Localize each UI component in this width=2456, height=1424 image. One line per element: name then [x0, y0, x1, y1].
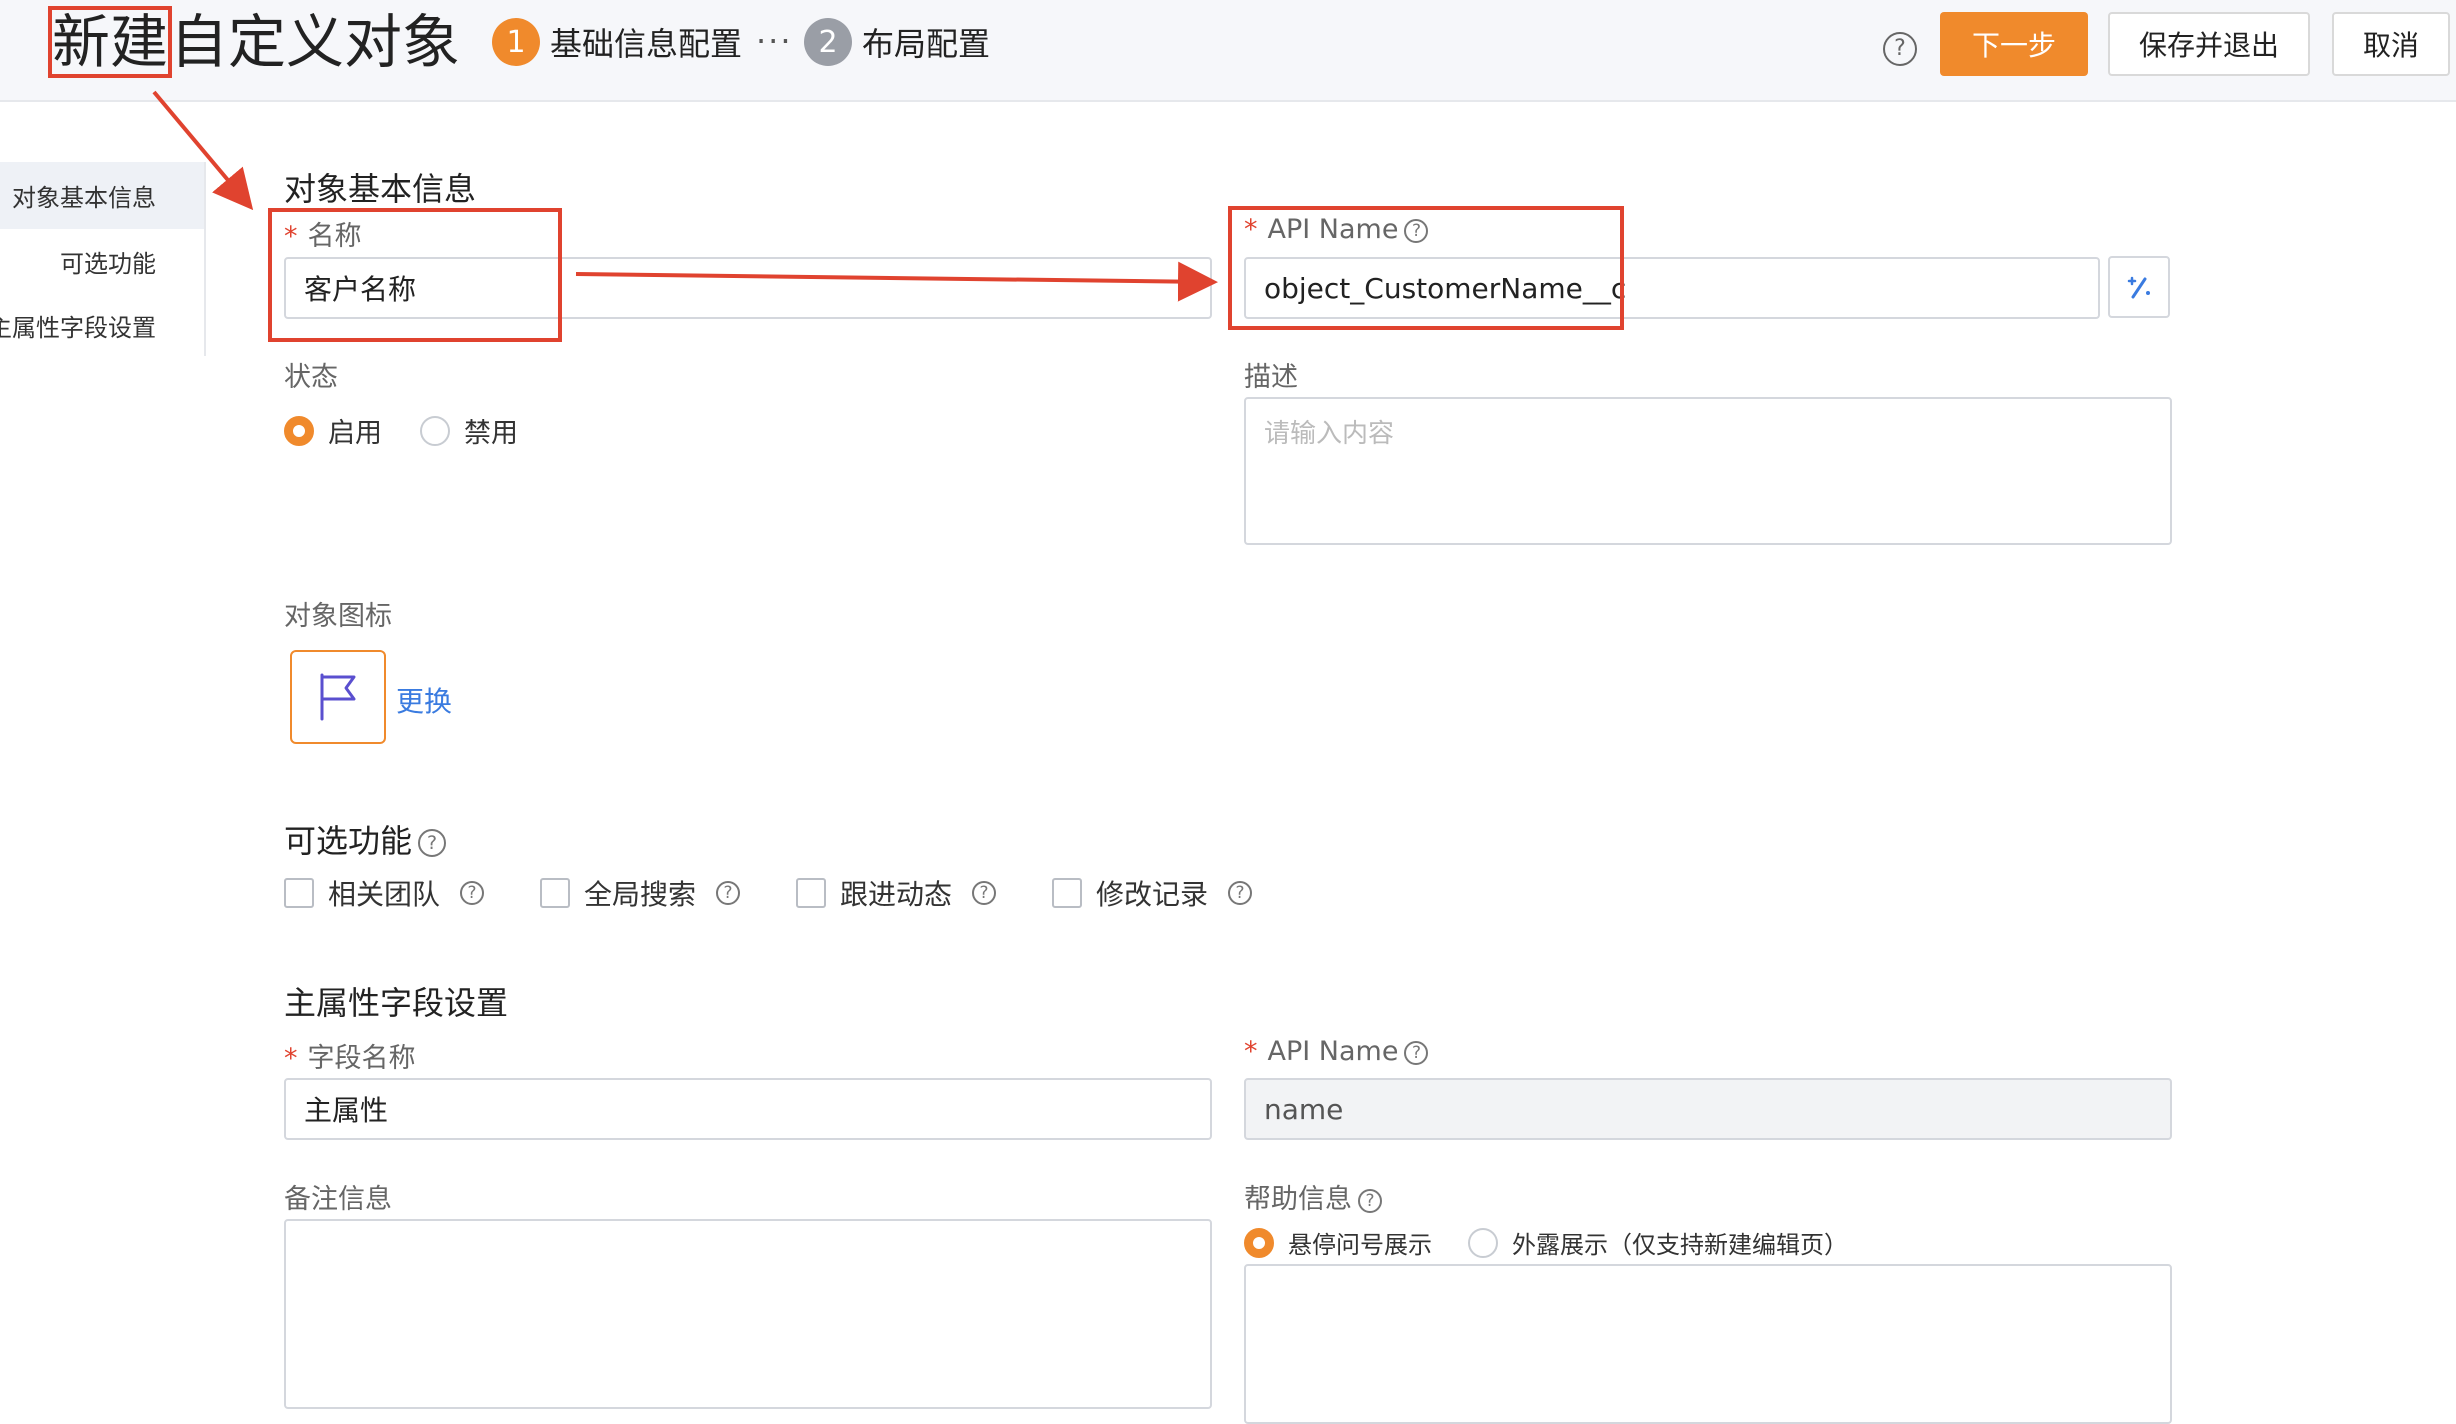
status-label: 状态	[284, 362, 338, 393]
sidenav-item-primary-field[interactable]: 主属性字段设置	[0, 308, 156, 343]
question-icon[interactable]: ?	[972, 881, 997, 905]
radio-checked-icon	[1244, 1227, 1274, 1258]
step-basic-config[interactable]: 1 基础信息配置	[492, 18, 742, 66]
help-hover-radio[interactable]: 悬停问号展示	[1244, 1225, 1432, 1260]
remark-textarea[interactable]	[284, 1219, 1212, 1409]
feature-global-search-checkbox[interactable]: 全局搜索?	[540, 873, 741, 913]
title-rest: 自定义对象	[170, 8, 461, 76]
next-button[interactable]: 下一步	[1940, 12, 2088, 76]
page-title: 新建自定义对象	[47, 4, 461, 80]
checkbox-icon	[1052, 878, 1082, 908]
side-nav: 对象基本信息 可选功能 主属性字段设置	[0, 162, 206, 356]
field-api-name-input: name	[1244, 1078, 2172, 1140]
status-disabled-radio[interactable]: 禁用	[420, 411, 518, 450]
title-highlight: 新建	[47, 6, 173, 78]
feature-related-team-checkbox[interactable]: 相关团队?	[284, 873, 485, 913]
change-icon-link[interactable]: 更换	[396, 680, 452, 720]
radio-label: 禁用	[464, 418, 518, 449]
description-label: 描述	[1244, 362, 1298, 393]
feature-follow-up-checkbox[interactable]: 跟进动态?	[796, 873, 997, 913]
sidenav-item-optional-features[interactable]: 可选功能	[60, 244, 156, 279]
api-name-input[interactable]: object_CustomerName__c	[1244, 257, 2100, 319]
name-label: * 名称	[284, 221, 362, 252]
help-icon[interactable]: ?	[1883, 32, 1917, 66]
step-number: 1	[492, 18, 540, 66]
page-header: 新建自定义对象 1 基础信息配置 ··· 2 布局配置 ? 下一步 保存并退出 …	[0, 0, 2456, 102]
save-exit-button[interactable]: 保存并退出	[2108, 12, 2310, 76]
checkbox-icon	[284, 878, 314, 908]
section-title-basic-info: 对象基本信息	[284, 170, 477, 208]
step-label: 基础信息配置	[550, 25, 743, 63]
step-layout-config[interactable]: 2 布局配置	[804, 18, 990, 66]
required-mark: *	[284, 1043, 298, 1074]
radio-label: 外露展示（仅支持新建编辑页）	[1512, 1231, 1848, 1259]
radio-label: 悬停问号展示	[1288, 1231, 1432, 1259]
question-icon[interactable]: ?	[1358, 1188, 1382, 1213]
question-icon[interactable]: ?	[460, 881, 485, 905]
help-info-label: 帮助信息?	[1244, 1177, 1382, 1216]
checkbox-icon	[540, 878, 570, 908]
steps-separator: ···	[756, 22, 793, 60]
feature-change-log-checkbox[interactable]: 修改记录?	[1052, 873, 1253, 913]
question-icon[interactable]: ?	[716, 881, 741, 905]
remark-label: 备注信息	[284, 1184, 392, 1215]
required-mark: *	[284, 221, 298, 252]
radio-label: 启用	[328, 418, 382, 449]
radio-unchecked-icon	[1468, 1227, 1498, 1258]
step-label: 布局配置	[862, 25, 991, 63]
question-icon[interactable]: ?	[418, 829, 447, 857]
sidenav-item-basic-info[interactable]: 对象基本信息	[0, 162, 204, 229]
api-name-label: * API Name?	[1244, 214, 1429, 245]
field-name-input[interactable]: 主属性	[284, 1078, 1212, 1140]
question-icon[interactable]: ?	[1404, 1040, 1429, 1065]
question-icon[interactable]: ?	[1404, 218, 1429, 243]
help-textarea[interactable]	[1244, 1264, 2172, 1424]
cancel-button[interactable]: 取消	[2332, 12, 2450, 76]
section-title-optional-features: 可选功能?	[284, 816, 447, 862]
question-icon[interactable]: ?	[1228, 881, 1253, 905]
name-input[interactable]: 客户名称	[284, 257, 1212, 319]
description-textarea[interactable]: 请输入内容	[1244, 397, 2172, 545]
icon-label: 对象图标	[284, 601, 392, 632]
help-exposed-radio[interactable]: 外露展示（仅支持新建编辑页）	[1468, 1225, 1848, 1260]
field-name-label: * 字段名称	[284, 1043, 416, 1074]
auto-generate-button[interactable]	[2108, 256, 2170, 318]
step-number: 2	[804, 18, 852, 66]
object-icon-preview[interactable]	[290, 650, 386, 744]
flag-icon	[320, 673, 356, 721]
checkbox-icon	[796, 878, 826, 908]
field-api-name-label: * API Name?	[1244, 1036, 1429, 1067]
required-mark: *	[1244, 1036, 1258, 1067]
required-mark: *	[1244, 214, 1258, 245]
status-enabled-radio[interactable]: 启用	[284, 411, 382, 450]
radio-unchecked-icon	[420, 415, 450, 446]
section-title-primary-field: 主属性字段设置	[284, 984, 509, 1022]
magic-wand-icon	[2127, 276, 2150, 299]
radio-checked-icon	[284, 415, 314, 446]
